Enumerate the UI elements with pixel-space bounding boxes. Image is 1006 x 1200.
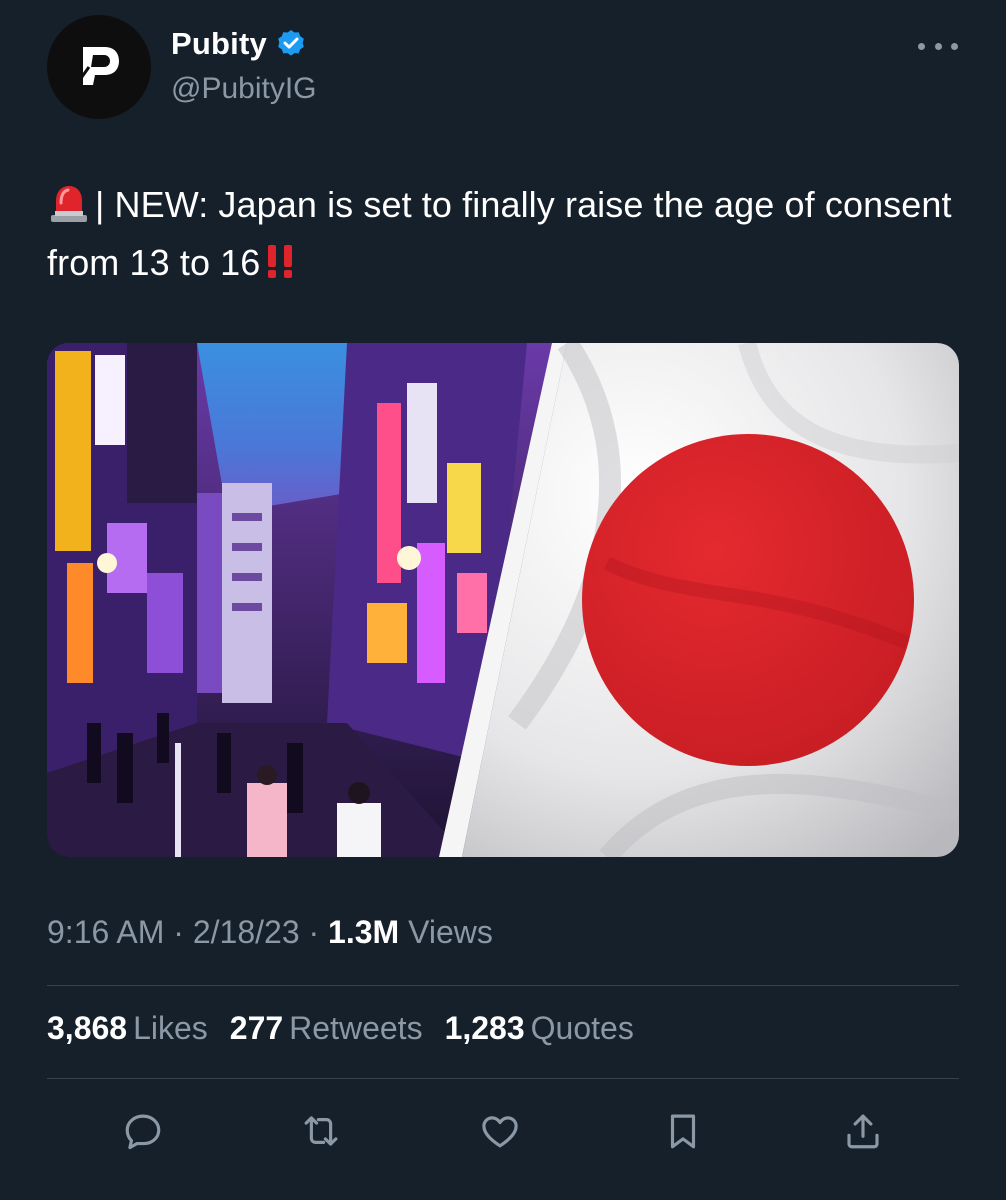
retweets-label: Retweets — [289, 1010, 423, 1046]
divider — [47, 985, 959, 986]
quotes-stat[interactable]: 1,283 Quotes — [445, 1010, 634, 1047]
views-label: Views — [408, 914, 493, 950]
engagement-stats: 3,868 Likes 277 Retweets 1,283 Quotes — [47, 1010, 656, 1047]
pubity-logo-icon — [77, 47, 119, 85]
avatar[interactable] — [47, 15, 151, 119]
likes-label: Likes — [133, 1010, 208, 1046]
bookmark-icon[interactable] — [658, 1106, 708, 1156]
tweet-meta: 9:16 AM · 2/18/23 · 1.3M Views — [47, 914, 493, 951]
tweet-date: 2/18/23 — [192, 914, 300, 950]
likes-count: 3,868 — [47, 1010, 128, 1046]
author-name-row[interactable]: Pubity — [171, 26, 307, 62]
tweet-media[interactable] — [47, 343, 959, 857]
reply-icon[interactable] — [118, 1106, 168, 1156]
author-handle[interactable]: @PubityIG — [171, 72, 317, 106]
retweets-stat[interactable]: 277 Retweets — [230, 1010, 423, 1047]
tweet-text: | NEW: Japan is set to finally raise the… — [47, 176, 957, 292]
double-exclamation-emoji — [262, 238, 302, 278]
quotes-count: 1,283 — [444, 1010, 525, 1046]
views-count: 1.3M — [328, 914, 400, 950]
retweet-icon[interactable] — [296, 1106, 346, 1156]
retweets-count: 277 — [229, 1010, 284, 1046]
like-icon[interactable] — [475, 1106, 525, 1156]
author-display-name[interactable]: Pubity — [171, 26, 267, 62]
likes-stat[interactable]: 3,868 Likes — [47, 1010, 208, 1047]
meta-separator: · — [299, 914, 329, 950]
tweet-action-bar — [47, 1098, 959, 1168]
tweet-detail: Pubity @PubityIG | NEW: Japan is set to … — [0, 0, 1006, 1200]
tweet-time: 9:16 AM — [47, 914, 165, 950]
police-light-emoji — [47, 182, 91, 222]
share-icon[interactable] — [838, 1106, 888, 1156]
quotes-label: Quotes — [530, 1010, 634, 1046]
verified-badge-icon — [275, 28, 307, 60]
tweet-body-text: | NEW: Japan is set to finally raise the… — [47, 184, 952, 283]
more-options-icon[interactable] — [918, 34, 958, 58]
meta-separator: · — [164, 914, 193, 950]
divider — [47, 1078, 959, 1079]
